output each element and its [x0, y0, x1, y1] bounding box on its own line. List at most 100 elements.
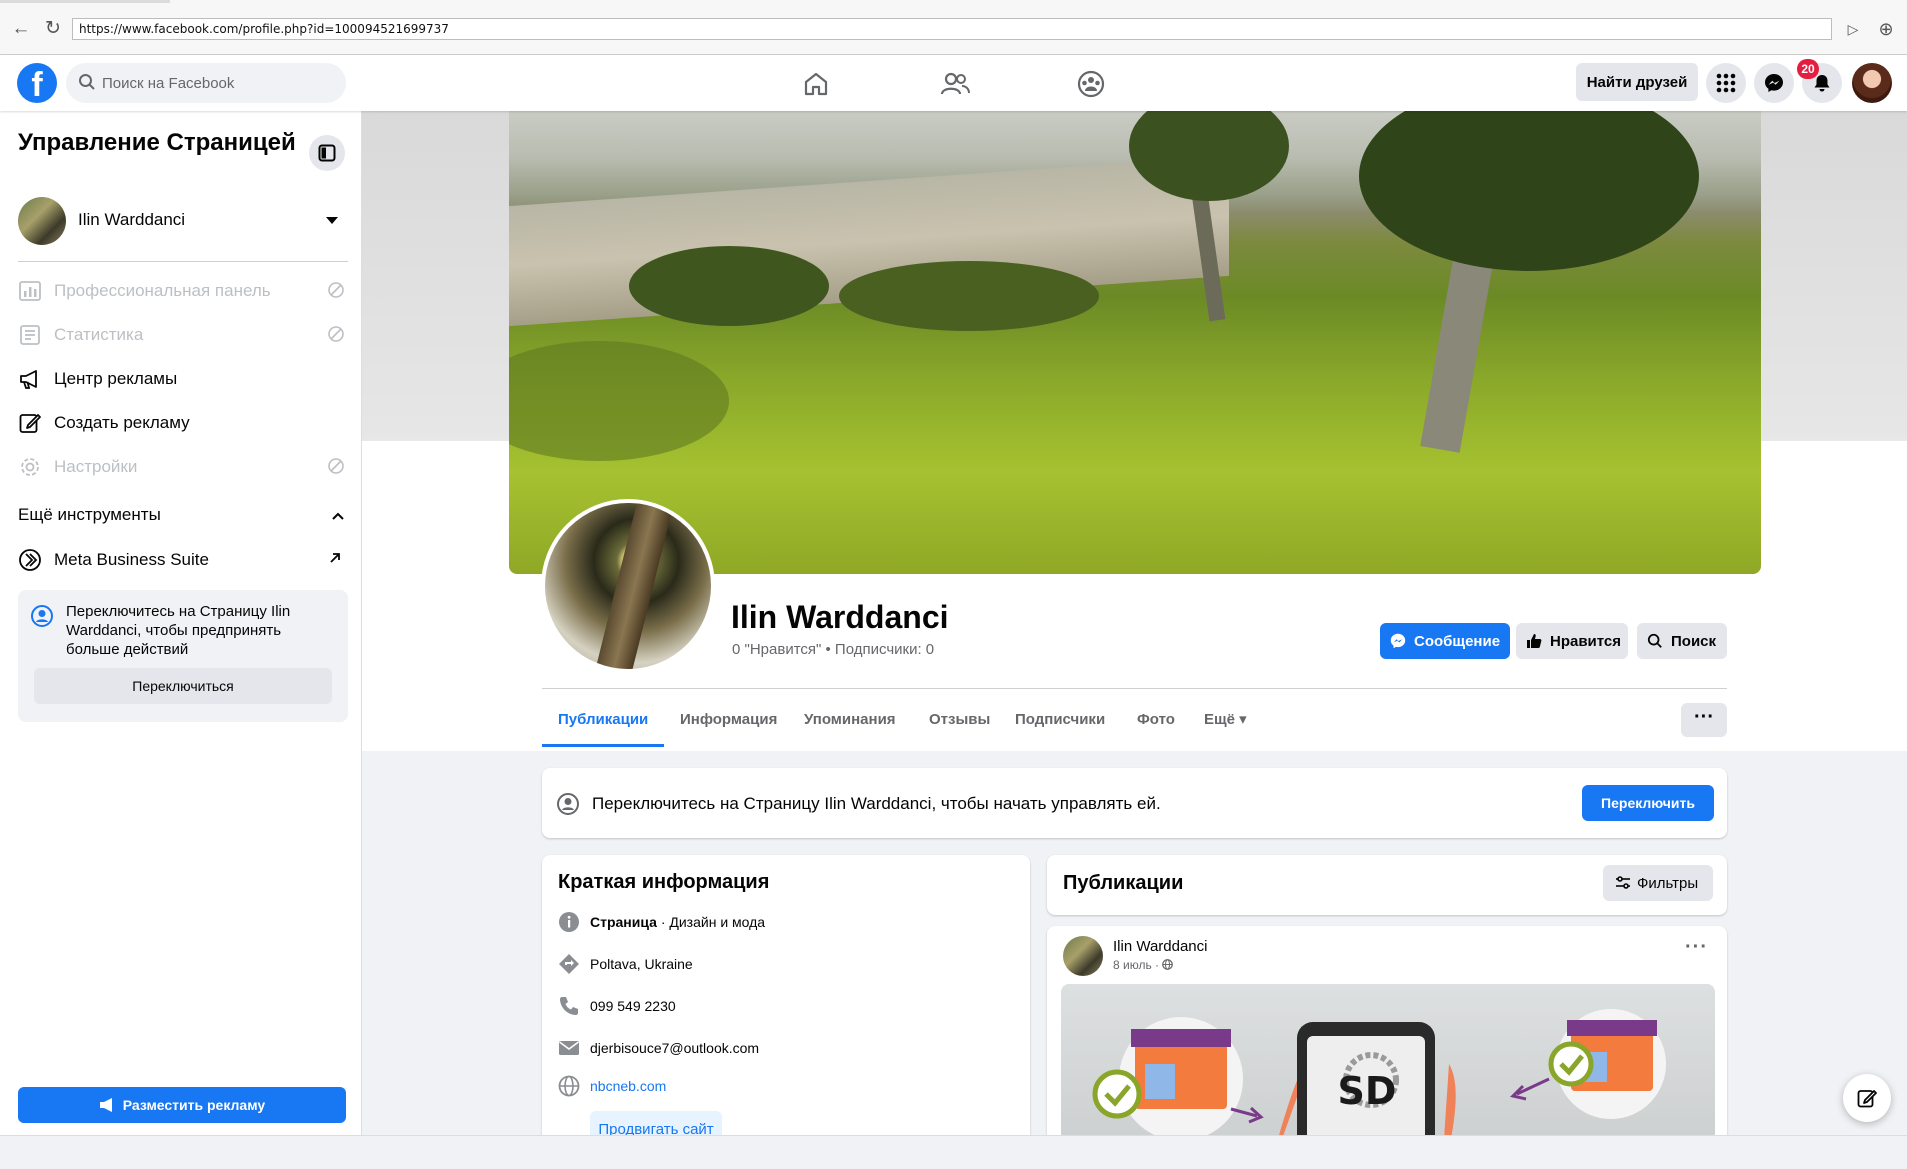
search-icon: [79, 74, 95, 90]
reload-icon[interactable]: ↻: [42, 18, 64, 40]
browser-toolbar: ← ↻ https://www.facebook.com/profile.php…: [0, 0, 1907, 55]
tab-mentions[interactable]: Упоминания: [804, 693, 896, 747]
home-icon[interactable]: [799, 67, 833, 101]
intro-website-row: nbcneb.com: [558, 1073, 1018, 1101]
intro-phone: 099 549 2230: [590, 998, 676, 1014]
intro-phone-row: 099 549 2230: [558, 993, 1018, 1021]
intro-card: Краткая информация Страница · Дизайн и м…: [542, 855, 1030, 1135]
promote-website-button[interactable]: Продвигать сайт: [590, 1111, 722, 1135]
sidebar-item-ad-center[interactable]: Центр рекламы: [18, 361, 348, 397]
friends-icon[interactable]: [938, 67, 972, 101]
gear-icon: [21, 458, 39, 476]
caret-down-icon: [326, 217, 338, 224]
cover-tree: [1359, 111, 1699, 271]
more-tools-heading[interactable]: Ещё инструменты: [18, 505, 161, 525]
post-image[interactable]: SD: [1061, 984, 1715, 1135]
post-options-button[interactable]: ···: [1685, 936, 1708, 959]
switch-banner-text: Переключитесь на Страницу Ilin Warddanci…: [592, 794, 1161, 813]
tab-photos[interactable]: Фото: [1137, 693, 1175, 747]
collapse-sidebar-button[interactable]: [309, 135, 345, 171]
page-management-sidebar: Управление Страницей Ilin Warddanci Проф…: [0, 111, 362, 1135]
unavailable-icon: [328, 458, 344, 474]
page-search-label: Поиск: [1671, 633, 1717, 650]
post-date-text: 8 июль ·: [1113, 958, 1163, 972]
page-search-button[interactable]: Поиск: [1637, 623, 1727, 659]
messenger-icon: [1390, 633, 1406, 649]
intro-title: Краткая информация: [558, 871, 770, 893]
phone-icon: [560, 997, 578, 1015]
intro-location: Poltava, Ukraine: [590, 956, 693, 972]
menu-grid-button[interactable]: [1706, 63, 1746, 103]
search-box[interactable]: [66, 63, 346, 103]
profile-picture-palm: [593, 503, 673, 669]
megaphone-icon: [20, 370, 37, 389]
posts-title: Публикации: [1063, 872, 1184, 894]
play-icon[interactable]: ▷: [1842, 18, 1864, 40]
sidebar-title: Управление Страницей: [18, 129, 296, 156]
intro-category-value: · Дизайн и мода: [656, 914, 766, 930]
profile-name: Ilin Warddanci: [731, 599, 949, 635]
tabs-divider: [542, 688, 1727, 689]
intro-website-link[interactable]: nbcneb.com: [590, 1078, 666, 1094]
notifications-badge: 20: [1797, 59, 1819, 79]
address-bar[interactable]: https://www.facebook.com/profile.php?id=…: [72, 18, 1832, 40]
post-date[interactable]: 8 июль ·: [1113, 958, 1174, 972]
place-ad-label: Разместить рекламу: [122, 1097, 266, 1113]
posts-header-card: Публикации Фильтры: [1047, 855, 1727, 915]
switch-button[interactable]: Переключиться: [34, 668, 332, 704]
stats-icon: [20, 325, 40, 345]
search-input[interactable]: [102, 63, 332, 103]
filters-button[interactable]: Фильтры: [1603, 865, 1713, 901]
tab-about[interactable]: Информация: [680, 693, 777, 747]
sidebar-item-label: Статистика: [54, 325, 144, 344]
messenger-button[interactable]: [1754, 63, 1794, 103]
like-button[interactable]: Нравится: [1516, 623, 1628, 659]
intro-location-row: Poltava, Ukraine: [558, 951, 1018, 979]
sidebar-item-label: Настройки: [54, 457, 138, 476]
chevron-up-icon[interactable]: [331, 509, 345, 523]
back-arrow-icon[interactable]: ←: [10, 18, 32, 40]
add-circle-icon[interactable]: ⊕: [1875, 18, 1897, 40]
post-image-text: SD: [1338, 1069, 1397, 1113]
facebook-logo-icon[interactable]: f: [17, 63, 57, 103]
more-options-button[interactable]: ···: [1681, 703, 1727, 737]
tab-reviews[interactable]: Отзывы: [929, 693, 990, 747]
groups-icon[interactable]: [1074, 67, 1108, 101]
post-author-avatar[interactable]: [1063, 936, 1103, 976]
info-icon: [559, 912, 579, 932]
compose-icon: [1857, 1090, 1877, 1108]
sidebar-item-statistics[interactable]: Статистика: [18, 317, 348, 353]
browser-tab-strip: [0, 0, 170, 3]
cover-photo[interactable]: [509, 111, 1761, 574]
page-name: Ilin Warddanci: [78, 210, 186, 229]
sidebar-item-meta-business-suite[interactable]: Meta Business Suite: [18, 542, 348, 578]
cover-shrub: [509, 341, 729, 461]
new-message-button[interactable]: [1843, 1074, 1891, 1122]
switch-page-banner: Переключитесь на Страницу Ilin Warddanci…: [542, 768, 1727, 838]
switch-card-text: Переключитесь на Страницу Ilin Warddanci…: [66, 603, 291, 658]
switch-profile-icon: [557, 793, 579, 815]
tab-more[interactable]: Ещё ▾: [1204, 693, 1247, 747]
unavailable-icon: [328, 282, 344, 298]
sidebar-item-professional-dashboard[interactable]: Профессиональная панель: [18, 273, 348, 309]
sidebar-divider: [18, 261, 348, 262]
page-bottom-strip: [0, 1135, 1907, 1169]
switch-page-button[interactable]: Переключить: [1582, 785, 1714, 821]
account-avatar[interactable]: [1852, 63, 1892, 103]
tab-posts[interactable]: Публикации: [541, 693, 665, 747]
facebook-header: f Найти друзей 20: [0, 55, 1907, 111]
message-button-label: Сообщение: [1414, 633, 1501, 650]
post-image-illustration: SD: [1092, 1009, 1666, 1135]
sidebar-panel-icon: [318, 144, 336, 162]
tab-followers[interactable]: Подписчики: [1015, 693, 1105, 747]
profile-picture[interactable]: [541, 499, 715, 673]
dashboard-icon: [19, 281, 41, 301]
post-author-name[interactable]: Ilin Warddanci: [1113, 938, 1207, 955]
sidebar-item-settings[interactable]: Настройки: [18, 449, 348, 485]
place-ad-button[interactable]: Разместить рекламу: [18, 1087, 346, 1123]
message-button[interactable]: Сообщение: [1380, 623, 1510, 659]
find-friends-button[interactable]: Найти друзей: [1576, 63, 1698, 101]
sidebar-item-create-ad[interactable]: Создать рекламу: [18, 405, 348, 441]
page-switcher[interactable]: Ilin Warddanci: [18, 196, 348, 246]
sidebar-item-label: Профессиональная панель: [54, 281, 271, 300]
